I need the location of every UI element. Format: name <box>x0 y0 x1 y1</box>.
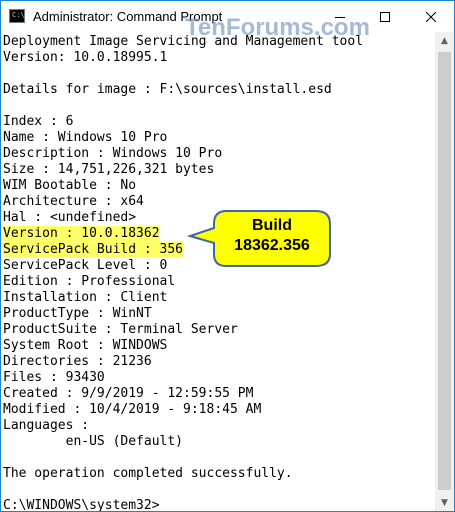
maximize-icon <box>380 11 390 22</box>
title-bar[interactable]: C:\ Administrator: Command Prompt <box>1 1 454 32</box>
console-line: Architecture : x64 <box>3 194 144 209</box>
console-line: Size : 14,751,226,321 bytes <box>3 162 215 177</box>
callout-text: Build 18362.356 <box>218 216 326 256</box>
console-line: Created : 9/9/2019 - 12:59:55 PM <box>3 386 254 401</box>
maximize-button[interactable] <box>362 1 408 32</box>
close-icon <box>426 11 436 22</box>
console-line: Modified : 10/4/2019 - 9:18:45 AM <box>3 402 262 417</box>
vertical-scrollbar[interactable]: ▲ ▼ <box>435 32 454 511</box>
minimize-button[interactable] <box>317 1 363 32</box>
scroll-down-arrow-icon[interactable]: ▼ <box>435 494 454 511</box>
console-line: ServicePack Level : 0 <box>3 258 168 273</box>
console-output[interactable]: Deployment Image Servicing and Managemen… <box>1 32 435 511</box>
console-line: Index : 6 <box>3 114 74 129</box>
close-button[interactable] <box>408 1 454 32</box>
console-line: WIM Bootable : No <box>3 178 137 193</box>
console-line: The operation completed successfully. <box>3 466 293 481</box>
console-line: Languages : <box>3 418 90 433</box>
console-line: Details for image : F:\sources\install.e… <box>3 82 332 97</box>
highlighted-text: ServicePack Build : 356 <box>3 242 184 257</box>
minimize-icon <box>335 16 345 18</box>
console-line: ServicePack Build : 356 <box>3 242 184 258</box>
console-line: ProductType : WinNT <box>3 306 152 321</box>
callout-line-2: 18362.356 <box>234 237 310 254</box>
console-line: Files : 93430 <box>3 370 105 385</box>
console-line: Version: 10.0.18995.1 <box>3 50 168 65</box>
console-line: System Root : WINDOWS <box>3 338 168 353</box>
command-prompt-window: C:\ Administrator: Command Prompt Deploy… <box>0 0 455 512</box>
scroll-up-arrow-icon[interactable]: ▲ <box>435 32 454 49</box>
console-line: ProductSuite : Terminal Server <box>3 322 238 337</box>
console-line: Deployment Image Servicing and Managemen… <box>3 34 364 49</box>
scroll-thumb[interactable] <box>438 52 451 490</box>
highlighted-text: Version : 10.0.18362 <box>3 226 160 241</box>
console-line: C:\WINDOWS\system32> <box>3 498 160 512</box>
console-line: Directories : 21236 <box>3 354 152 369</box>
callout-line-1: Build <box>252 217 292 234</box>
console-line: Hal : <undefined> <box>3 210 137 225</box>
console-line: Name : Windows 10 Pro <box>3 130 168 145</box>
console-line: Description : Windows 10 Pro <box>3 146 223 161</box>
console-line: Edition : Professional <box>3 274 176 289</box>
console-line: Installation : Client <box>3 290 168 305</box>
console-line: Version : 10.0.18362 <box>3 226 160 242</box>
window-title: Administrator: Command Prompt <box>33 9 223 24</box>
cmd-icon[interactable]: C:\ <box>9 9 25 23</box>
console-line: en-US (Default) <box>3 434 184 449</box>
